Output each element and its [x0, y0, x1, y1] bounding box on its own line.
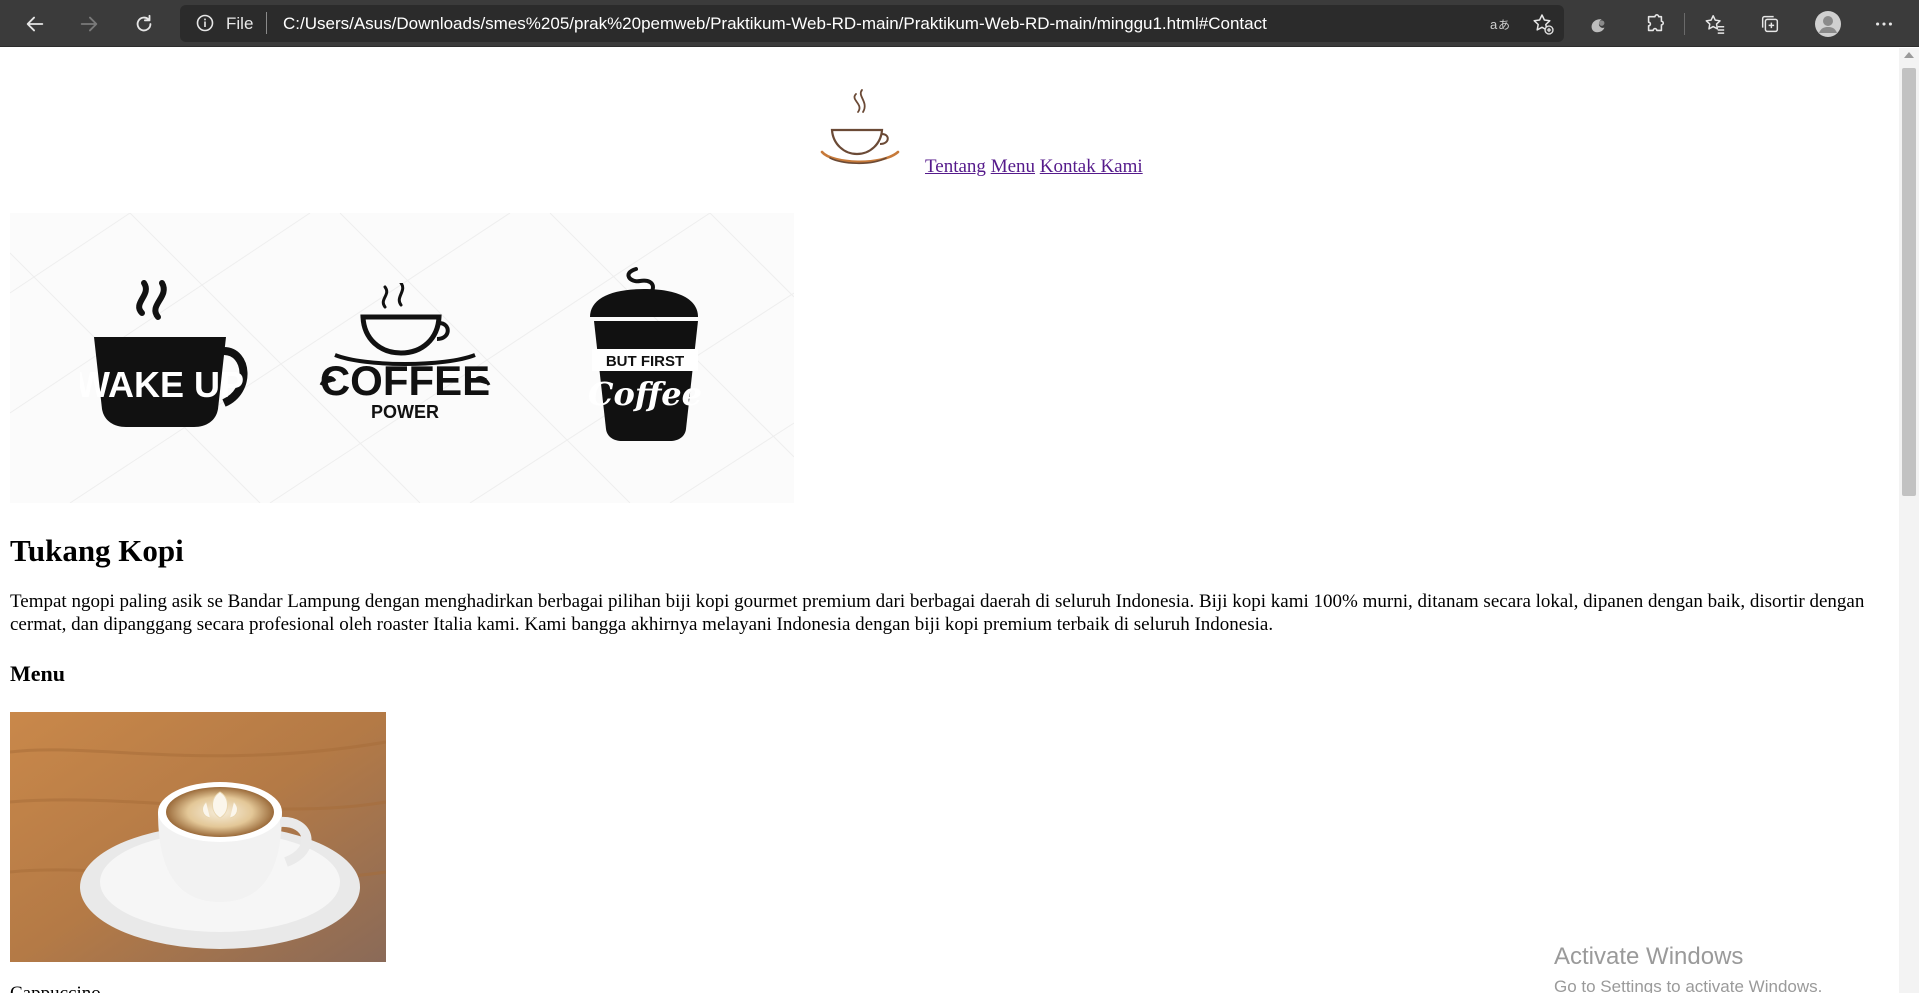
scheme-separator [266, 12, 267, 34]
coffee-cup-logo [820, 89, 900, 165]
nav-link-kontak-kami[interactable]: Kontak Kami [1040, 156, 1143, 177]
back-button[interactable] [18, 7, 52, 41]
cappuccino-illustration [10, 712, 386, 962]
add-favorite-icon [1533, 14, 1554, 35]
activate-windows-watermark: Activate Windows Go to Settings to activ… [1554, 943, 1822, 993]
svg-text:あ: あ [1498, 18, 1510, 32]
collections-button[interactable] [1753, 7, 1787, 41]
extensions-button[interactable] [1638, 7, 1672, 41]
collections-icon [1761, 15, 1779, 33]
toolbar-divider [1684, 13, 1685, 35]
nav-links: Tentang Menu Kontak Kami [925, 156, 1143, 178]
cappuccino-photo [10, 712, 386, 962]
activate-windows-subtitle: Go to Settings to activate Windows. [1554, 977, 1823, 993]
power-text: POWER [371, 402, 439, 422]
but-first-coffee-graphic: BUT FIRST Coffee [588, 267, 702, 441]
coffee-script-text: Coffee [588, 375, 702, 413]
forward-icon [80, 16, 98, 32]
page-title: Tukang Kopi [10, 533, 184, 568]
browser-essentials-button[interactable] [1581, 7, 1615, 41]
coffee-power-graphic: COFFEE POWER [319, 283, 491, 422]
page-viewport: Tentang Menu Kontak Kami WAKE UP COFFEE … [0, 48, 1899, 993]
more-menu-button[interactable] [1867, 7, 1901, 41]
scheme-label: File [226, 14, 254, 33]
about-paragraph: Tempat ngopi paling asik se Bandar Lampu… [10, 591, 1865, 635]
info-icon[interactable] [196, 14, 214, 32]
hero-banner-image: WAKE UP COFFEE POWER BUT FIRST Coffee [10, 213, 794, 503]
favorites-icon [1705, 15, 1725, 34]
svg-text:a: a [1490, 17, 1498, 32]
scrollbar-thumb[interactable] [1902, 68, 1916, 496]
forward-button[interactable] [72, 7, 106, 41]
profile-button[interactable] [1811, 7, 1845, 41]
refresh-button[interactable] [127, 7, 161, 41]
add-favorite-button[interactable] [1532, 13, 1554, 40]
but-first-text: BUT FIRST [606, 353, 684, 370]
activate-windows-title: Activate Windows [1554, 943, 1744, 970]
url-text[interactable]: C:/Users/Asus/Downloads/smes%205/prak%20… [283, 14, 1267, 34]
read-aloud-icon: aあ [1490, 17, 1510, 32]
menu-heading: Menu [10, 661, 65, 686]
scroll-up-arrow-icon[interactable] [1904, 52, 1914, 58]
favorites-button[interactable] [1698, 7, 1732, 41]
profile-icon [1815, 11, 1841, 37]
menu-item-caption: Cappuccino [10, 983, 101, 993]
site-nav: Tentang Menu Kontak Kami [818, 86, 1158, 178]
address-bar[interactable]: File C:/Users/Asus/Downloads/smes%205/pr… [180, 5, 1564, 42]
refresh-icon [136, 14, 152, 32]
browser-toolbar: File C:/Users/Asus/Downloads/smes%205/pr… [0, 0, 1919, 47]
more-icon [1876, 22, 1892, 26]
back-icon [26, 16, 44, 32]
coffee-text: COFFEE [320, 357, 490, 404]
read-aloud-button[interactable]: aあ [1488, 13, 1510, 40]
extensions-icon [1647, 14, 1665, 32]
nav-link-menu[interactable]: Menu [991, 156, 1035, 177]
nav-link-tentang[interactable]: Tentang [925, 156, 986, 177]
shield-icon [1591, 19, 1605, 33]
wake-up-mug-graphic: WAKE UP [80, 280, 248, 427]
wake-up-text: WAKE UP [80, 364, 244, 405]
